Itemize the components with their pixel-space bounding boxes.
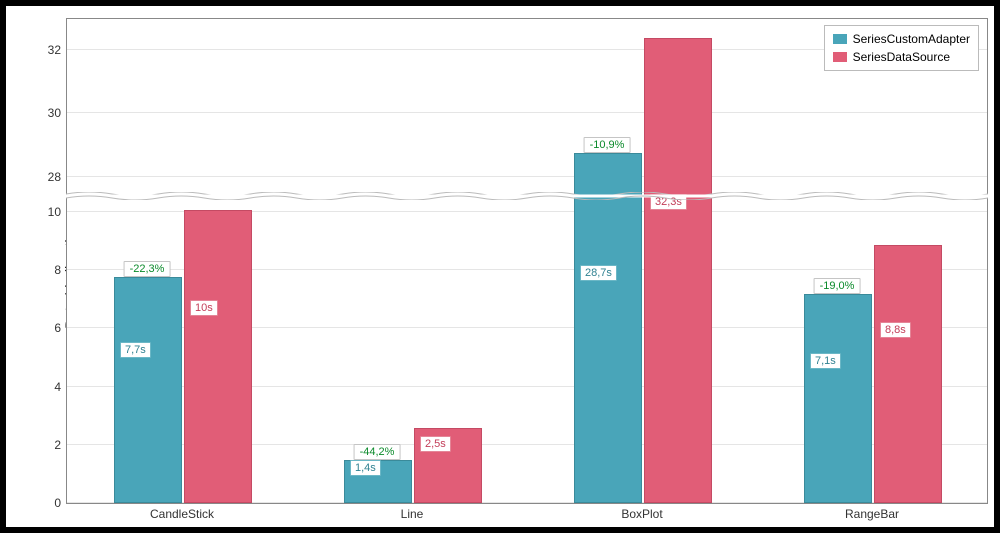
value-label: 8,8s [880,322,911,338]
y-tick-label: 4 [54,380,67,394]
percent-change-label: -19,0% [814,278,861,294]
x-tick-label: BoxPlot [621,503,662,521]
x-tick-label: RangeBar [845,503,899,521]
legend-swatch-icon [833,34,847,44]
value-label: 28,7s [580,265,617,281]
bar-SeriesDataSource [874,245,942,503]
legend-item-datasource: SeriesDataSource [833,48,970,66]
value-label: 7,1s [810,353,841,369]
bar-SeriesCustomAdapter [574,153,642,503]
value-label: 1,4s [350,460,381,476]
percent-change-label: -22,3% [124,261,171,277]
gridline [67,176,987,177]
x-tick-label: Line [401,503,424,521]
axis-break-icon [66,192,988,200]
value-label: 7,7s [120,342,151,358]
legend: SeriesCustomAdapter SeriesDataSource [824,25,979,71]
bar-SeriesDataSource [184,210,252,503]
value-label: 10s [190,300,218,316]
legend-swatch-icon [833,52,847,62]
value-label: 2,5s [420,436,451,452]
y-tick-label: 2 [54,438,67,452]
bar-SeriesDataSource [644,38,712,503]
gridline [67,112,987,113]
y-tick-label: 10 [48,205,67,219]
legend-label: SeriesDataSource [853,48,950,66]
bar-SeriesCustomAdapter [804,294,872,503]
y-tick-label: 32 [48,43,67,57]
percent-change-label: -44,2% [354,444,401,460]
y-tick-label: 30 [48,106,67,120]
percent-change-label: -10,9% [584,137,631,153]
x-tick-label: CandleStick [150,503,214,521]
legend-label: SeriesCustomAdapter [853,30,970,48]
legend-item-adapter: SeriesCustomAdapter [833,30,970,48]
bar-SeriesCustomAdapter [114,277,182,503]
y-tick-label: 0 [54,496,67,510]
value-label: 32,3s [650,194,687,210]
y-tick-label: 28 [48,170,67,184]
y-tick-label: 8 [54,263,67,277]
chart-plot-area: SeriesCustomAdapter SeriesDataSource 7,7… [66,18,988,504]
y-tick-label: 6 [54,321,67,335]
